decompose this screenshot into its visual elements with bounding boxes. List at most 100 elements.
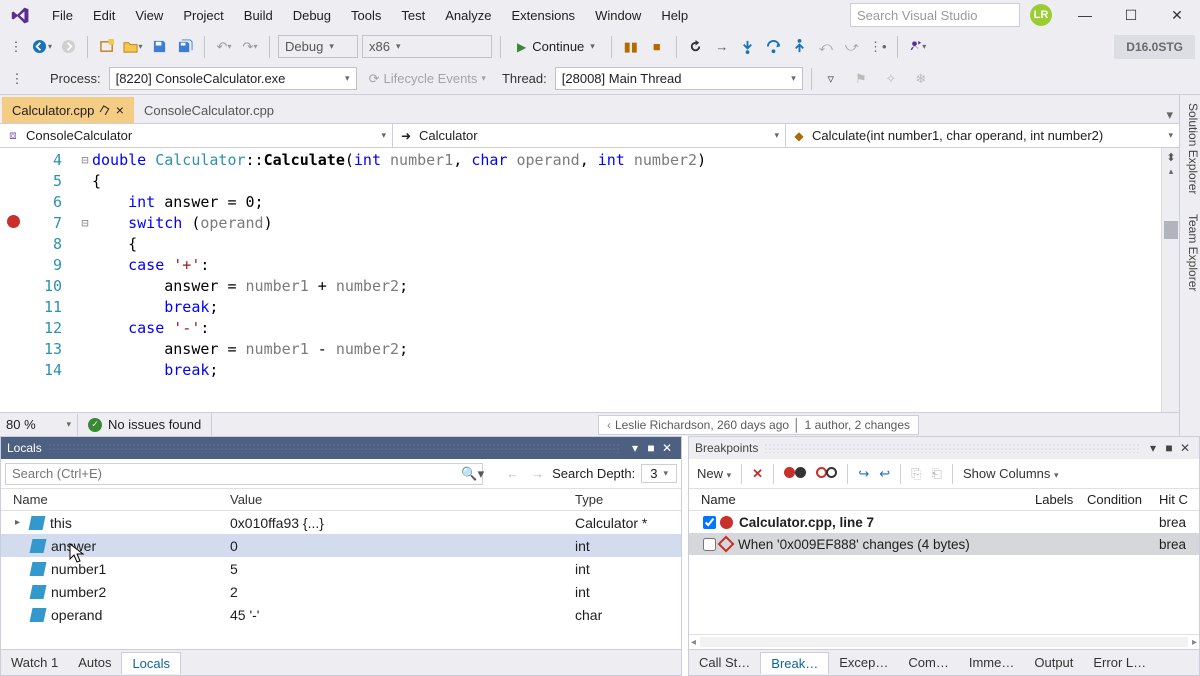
locals-row[interactable]: operand45 '-'char	[1, 603, 681, 626]
break-all-button[interactable]: ▮▮	[620, 36, 642, 58]
menu-analyze[interactable]: Analyze	[435, 4, 501, 27]
breakpoint-row[interactable]: Calculator.cpp, line 7brea	[689, 511, 1199, 533]
thread-marker-button[interactable]: ✧	[880, 68, 902, 90]
menu-window[interactable]: Window	[585, 4, 651, 27]
bp-col-hitcount[interactable]: Hit C	[1159, 489, 1199, 510]
menu-debug[interactable]: Debug	[283, 4, 341, 27]
locals-row[interactable]: number15int	[1, 557, 681, 580]
locals-search-input[interactable]	[5, 463, 483, 485]
pin-icon[interactable]: ■	[1161, 440, 1177, 456]
menu-tools[interactable]: Tools	[341, 4, 391, 27]
split-icon[interactable]: ⬍	[1162, 148, 1179, 166]
menu-build[interactable]: Build	[234, 4, 283, 27]
panel-tab-autos[interactable]: Autos	[68, 652, 121, 673]
new-project-button[interactable]	[96, 36, 118, 58]
restart-button[interactable]	[685, 36, 707, 58]
solution-config-dropdown[interactable]: Debug▾	[278, 35, 358, 58]
go-to-disassembly-button[interactable]: ⎗	[932, 466, 942, 482]
continue-button[interactable]: ▶ Continue ▾	[509, 35, 603, 58]
bp-col-name[interactable]: Name	[689, 489, 1035, 510]
nav-forward-button[interactable]	[57, 36, 79, 58]
tab-overflow-icon[interactable]: ▾	[1166, 107, 1179, 123]
panel-tab[interactable]: Call St…	[689, 652, 760, 673]
zoom-dropdown[interactable]: 80 %▾	[0, 414, 78, 436]
codelens-pill[interactable]: ‹ Leslie Richardson, 260 days ago │ 1 au…	[598, 415, 919, 435]
nav-back-button[interactable]: ▾	[31, 36, 53, 58]
bp-col-condition[interactable]: Condition	[1087, 489, 1159, 510]
panel-tab[interactable]: Imme…	[959, 652, 1025, 673]
nav-class-dropdown[interactable]: ➜ Calculator ▾	[393, 124, 786, 147]
file-tab[interactable]: ConsoleCalculator.cpp	[134, 97, 284, 123]
thread-flag-button[interactable]: ▿	[820, 68, 842, 90]
close-icon[interactable]: ✕	[1177, 440, 1193, 456]
search-prev-icon[interactable]: ←	[502, 466, 523, 481]
more-debug-button[interactable]: ⋮•	[867, 36, 889, 58]
nav-member-dropdown[interactable]: ◆ Calculate(int number1, char operand, i…	[786, 124, 1179, 147]
menu-help[interactable]: Help	[651, 4, 698, 27]
breakpoint-glyph-icon[interactable]	[7, 215, 20, 228]
close-tab-icon[interactable]: ×	[116, 102, 124, 118]
show-next-statement-button[interactable]: →	[711, 36, 733, 58]
thread-dropdown[interactable]: [28008] Main Thread▾	[555, 67, 803, 90]
step-backward-button[interactable]: ⤺	[815, 36, 837, 58]
menu-extensions[interactable]: Extensions	[501, 4, 585, 27]
locals-row[interactable]: answer0int	[1, 534, 681, 557]
menu-file[interactable]: File	[42, 4, 83, 27]
breakpoints-title-bar[interactable]: Breakpoints ▾ ■ ✕	[689, 437, 1199, 459]
col-header-value[interactable]: Value	[226, 489, 571, 510]
enable-all-breakpoints-button[interactable]	[784, 466, 806, 481]
side-tab-solution-explorer[interactable]: Solution Explorer	[1180, 99, 1200, 198]
file-tab-active[interactable]: Calculator.cpp ⊓ ×	[2, 97, 134, 123]
import-breakpoints-button[interactable]: ↩	[879, 466, 890, 482]
step-out-button[interactable]	[789, 36, 811, 58]
pin-icon[interactable]: ■	[643, 440, 659, 456]
search-input[interactable]: Search Visual Studio	[850, 3, 1020, 27]
menu-test[interactable]: Test	[391, 4, 435, 27]
save-button[interactable]	[148, 36, 170, 58]
panel-dropdown-icon[interactable]: ▾	[1145, 440, 1161, 456]
show-columns-dropdown[interactable]: Show Columns ▾	[963, 466, 1059, 481]
panel-tab-watch-1[interactable]: Watch 1	[1, 652, 68, 673]
pin-icon[interactable]: ⊓	[98, 102, 113, 119]
fold-column[interactable]: ⊟ ⊟	[78, 148, 92, 412]
close-icon[interactable]: ✕	[659, 440, 675, 456]
redo-button[interactable]: ↷▾	[239, 36, 261, 58]
panel-tab[interactable]: Break…	[760, 652, 829, 674]
locals-row[interactable]: this0x010ffa93 {...}Calculator *	[1, 511, 681, 534]
step-forward-button[interactable]: ⤻	[841, 36, 863, 58]
maximize-button[interactable]: ☐	[1108, 0, 1154, 30]
search-depth-dropdown[interactable]: 3 ▾	[641, 464, 677, 483]
new-breakpoint-dropdown[interactable]: New ▾	[697, 466, 731, 481]
panel-tab-locals[interactable]: Locals	[121, 652, 181, 674]
vertical-scrollbar[interactable]: ▴	[1162, 166, 1179, 412]
lifecycle-events-dropdown[interactable]: ⟳ Lifecycle Events ▾	[365, 71, 490, 87]
menu-edit[interactable]: Edit	[83, 4, 125, 27]
horizontal-scrollbar[interactable]: ◂▸	[689, 634, 1199, 649]
user-badge[interactable]: LR	[1030, 4, 1052, 26]
col-header-name[interactable]: Name	[1, 489, 226, 510]
bp-col-labels[interactable]: Labels	[1035, 489, 1087, 510]
step-into-button[interactable]	[737, 36, 759, 58]
issues-indicator[interactable]: ✓ No issues found	[78, 413, 212, 436]
thread-filter-button[interactable]: ⚑	[850, 68, 872, 90]
locals-row[interactable]: number22int	[1, 580, 681, 603]
disable-all-breakpoints-button[interactable]	[816, 466, 838, 481]
breakpoint-gutter[interactable]	[0, 148, 28, 412]
close-button[interactable]: ✕	[1154, 0, 1200, 30]
search-next-icon[interactable]: →	[527, 466, 548, 481]
side-tab-team-explorer[interactable]: Team Explorer	[1180, 210, 1200, 295]
breakpoint-checkbox[interactable]	[703, 538, 716, 551]
minimize-button[interactable]: —	[1062, 0, 1108, 30]
nav-project-dropdown[interactable]: ⧈ ConsoleCalculator ▾	[0, 124, 393, 147]
delete-breakpoint-button[interactable]: ✕	[752, 466, 763, 482]
panel-tab[interactable]: Error L…	[1083, 652, 1156, 673]
code-text[interactable]: double Calculator::Calculate(int number1…	[92, 148, 1161, 412]
breakpoint-row[interactable]: When '0x009EF888' changes (4 bytes)brea	[689, 533, 1199, 555]
live-share-button[interactable]: ▾	[906, 36, 928, 58]
step-over-button[interactable]	[763, 36, 785, 58]
solution-platform-dropdown[interactable]: x86▾	[362, 35, 492, 58]
go-to-source-button[interactable]: ⎘	[911, 466, 921, 482]
stop-debug-button[interactable]: ■	[646, 36, 668, 58]
search-icon[interactable]: 🔍▾	[461, 466, 484, 482]
undo-button[interactable]: ↶▾	[213, 36, 235, 58]
